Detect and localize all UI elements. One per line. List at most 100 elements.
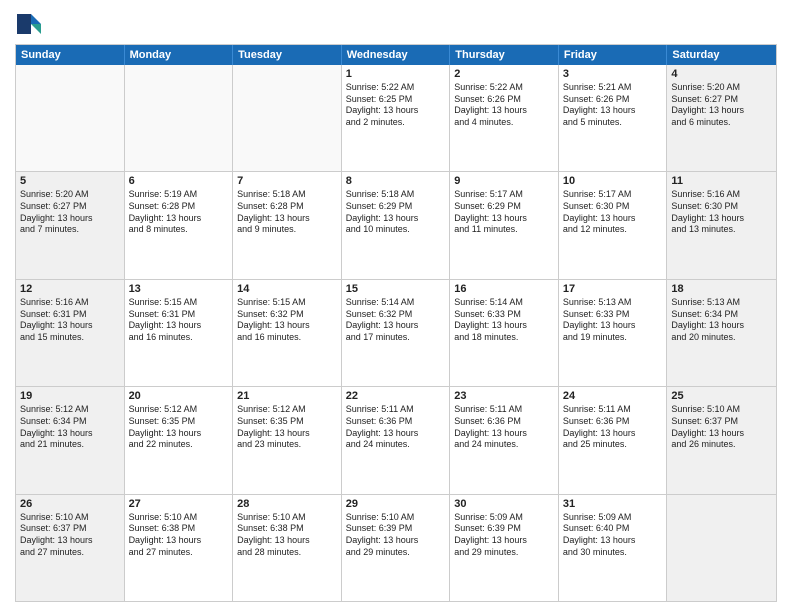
cell-line: Sunset: 6:34 PM	[671, 309, 772, 321]
cell-line: Daylight: 13 hours	[129, 213, 229, 225]
cell-line: Daylight: 13 hours	[671, 213, 772, 225]
cell-line: Sunrise: 5:12 AM	[20, 404, 120, 416]
cell-line: Sunrise: 5:13 AM	[671, 297, 772, 309]
cal-cell-14: 14Sunrise: 5:15 AMSunset: 6:32 PMDayligh…	[233, 280, 342, 386]
cell-line: Sunset: 6:31 PM	[129, 309, 229, 321]
cal-cell-18: 18Sunrise: 5:13 AMSunset: 6:34 PMDayligh…	[667, 280, 776, 386]
day-number: 25	[671, 390, 772, 402]
day-number: 26	[20, 498, 120, 510]
cal-cell-23: 23Sunrise: 5:11 AMSunset: 6:36 PMDayligh…	[450, 387, 559, 493]
cell-line: Sunrise: 5:10 AM	[20, 512, 120, 524]
header-day-sunday: Sunday	[16, 45, 125, 65]
cal-cell-25: 25Sunrise: 5:10 AMSunset: 6:37 PMDayligh…	[667, 387, 776, 493]
cell-line: Sunrise: 5:11 AM	[346, 404, 446, 416]
day-number: 20	[129, 390, 229, 402]
cell-line: and 26 minutes.	[671, 439, 772, 451]
cell-line: and 29 minutes.	[346, 547, 446, 559]
cell-line: Sunset: 6:35 PM	[237, 416, 337, 428]
cal-cell-21: 21 Sunrise: 5:12 AMSunset: 6:35 PMDayligh…	[233, 387, 342, 493]
cell-line: and 9 minutes.	[237, 224, 337, 236]
calendar: SundayMondayTuesdayWednesdayThursdayFrid…	[15, 44, 777, 602]
cal-cell-30: 30Sunrise: 5:09 AMSunset: 6:39 PMDayligh…	[450, 495, 559, 601]
cell-line: Daylight: 13 hours	[454, 105, 554, 117]
cal-cell-19: 19Sunrise: 5:12 AMSunset: 6:34 PMDayligh…	[16, 387, 125, 493]
cell-line: Sunset: 6:29 PM	[346, 201, 446, 213]
cell-line: Daylight: 13 hours	[563, 428, 663, 440]
cell-line: and 21 minutes.	[20, 439, 120, 451]
day-number: 7	[237, 175, 337, 187]
cell-line: Daylight: 13 hours	[454, 428, 554, 440]
cell-line: Daylight: 13 hours	[346, 105, 446, 117]
cell-line: Sunrise: 5:11 AM	[563, 404, 663, 416]
cal-cell-2: 2Sunrise: 5:22 AMSunset: 6:26 PMDaylight…	[450, 65, 559, 171]
cell-line: and 4 minutes.	[454, 117, 554, 129]
cell-line: Sunrise: 5:19 AM	[129, 189, 229, 201]
cell-line: Daylight: 13 hours	[237, 428, 337, 440]
cell-line: Sunset: 6:27 PM	[671, 94, 772, 106]
header	[15, 10, 777, 38]
day-number: 11	[671, 175, 772, 187]
cell-line: Sunrise: 5:11 AM	[454, 404, 554, 416]
cell-line: Sunrise: 5:22 AM	[454, 82, 554, 94]
day-number: 16	[454, 283, 554, 295]
cell-line: Sunrise: 5:10 AM	[671, 404, 772, 416]
cell-line: Sunset: 6:39 PM	[346, 523, 446, 535]
cell-line: Sunset: 6:32 PM	[346, 309, 446, 321]
day-number: 19	[20, 390, 120, 402]
cell-line: Sunrise: 5:14 AM	[454, 297, 554, 309]
calendar-row-3: 19Sunrise: 5:12 AMSunset: 6:34 PMDayligh…	[16, 386, 776, 493]
cell-line: Sunset: 6:34 PM	[20, 416, 120, 428]
cell-line: Daylight: 13 hours	[237, 213, 337, 225]
header-day-wednesday: Wednesday	[342, 45, 451, 65]
cell-line: Sunset: 6:28 PM	[237, 201, 337, 213]
cell-line: and 2 minutes.	[346, 117, 446, 129]
cal-cell-24: 24Sunrise: 5:11 AMSunset: 6:36 PMDayligh…	[559, 387, 668, 493]
cell-line: Sunrise: 5:20 AM	[671, 82, 772, 94]
day-number: 14	[237, 283, 337, 295]
day-number: 28	[237, 498, 337, 510]
cell-line: Daylight: 13 hours	[20, 213, 120, 225]
cell-line: Sunrise: 5:10 AM	[346, 512, 446, 524]
day-number: 24	[563, 390, 663, 402]
cell-line: and 25 minutes.	[563, 439, 663, 451]
cell-line: Sunset: 6:29 PM	[454, 201, 554, 213]
calendar-row-4: 26Sunrise: 5:10 AMSunset: 6:37 PMDayligh…	[16, 494, 776, 601]
day-number: 21	[237, 390, 337, 402]
cell-line: and 29 minutes.	[454, 547, 554, 559]
calendar-header: SundayMondayTuesdayWednesdayThursdayFrid…	[16, 45, 776, 65]
cal-cell-empty-0-2	[233, 65, 342, 171]
cell-line: and 30 minutes.	[563, 547, 663, 559]
cell-line: Sunset: 6:39 PM	[454, 523, 554, 535]
cell-line: Daylight: 13 hours	[237, 535, 337, 547]
cal-cell-26: 26Sunrise: 5:10 AMSunset: 6:37 PMDayligh…	[16, 495, 125, 601]
cell-line: Sunset: 6:33 PM	[454, 309, 554, 321]
cal-cell-15: 15Sunrise: 5:14 AMSunset: 6:32 PMDayligh…	[342, 280, 451, 386]
cell-line: Sunrise: 5:12 AM	[237, 404, 337, 416]
cell-line: and 7 minutes.	[20, 224, 120, 236]
cal-cell-empty-0-0	[16, 65, 125, 171]
day-number: 27	[129, 498, 229, 510]
cell-line: and 5 minutes.	[563, 117, 663, 129]
cell-line: and 19 minutes.	[563, 332, 663, 344]
cell-line: Sunrise: 5:22 AM	[346, 82, 446, 94]
cell-line: Sunset: 6:38 PM	[129, 523, 229, 535]
cell-line: Sunset: 6:33 PM	[563, 309, 663, 321]
day-number: 23	[454, 390, 554, 402]
cell-line: and 20 minutes.	[671, 332, 772, 344]
cell-line: Daylight: 13 hours	[20, 320, 120, 332]
cell-line: Sunrise: 5:13 AM	[563, 297, 663, 309]
logo	[15, 10, 47, 38]
cell-line: Daylight: 13 hours	[129, 320, 229, 332]
cell-line: Sunrise: 5:10 AM	[237, 512, 337, 524]
day-number: 15	[346, 283, 446, 295]
cell-line: Sunset: 6:25 PM	[346, 94, 446, 106]
cell-line: and 12 minutes.	[563, 224, 663, 236]
cell-line: Sunset: 6:38 PM	[237, 523, 337, 535]
cell-line: Sunset: 6:37 PM	[20, 523, 120, 535]
cell-line: Sunrise: 5:15 AM	[237, 297, 337, 309]
cell-line: and 6 minutes.	[671, 117, 772, 129]
cell-line: and 28 minutes.	[237, 547, 337, 559]
cal-cell-11: 11Sunrise: 5:16 AMSunset: 6:30 PMDayligh…	[667, 172, 776, 278]
cell-line: Sunset: 6:31 PM	[20, 309, 120, 321]
cell-line: Sunset: 6:37 PM	[671, 416, 772, 428]
